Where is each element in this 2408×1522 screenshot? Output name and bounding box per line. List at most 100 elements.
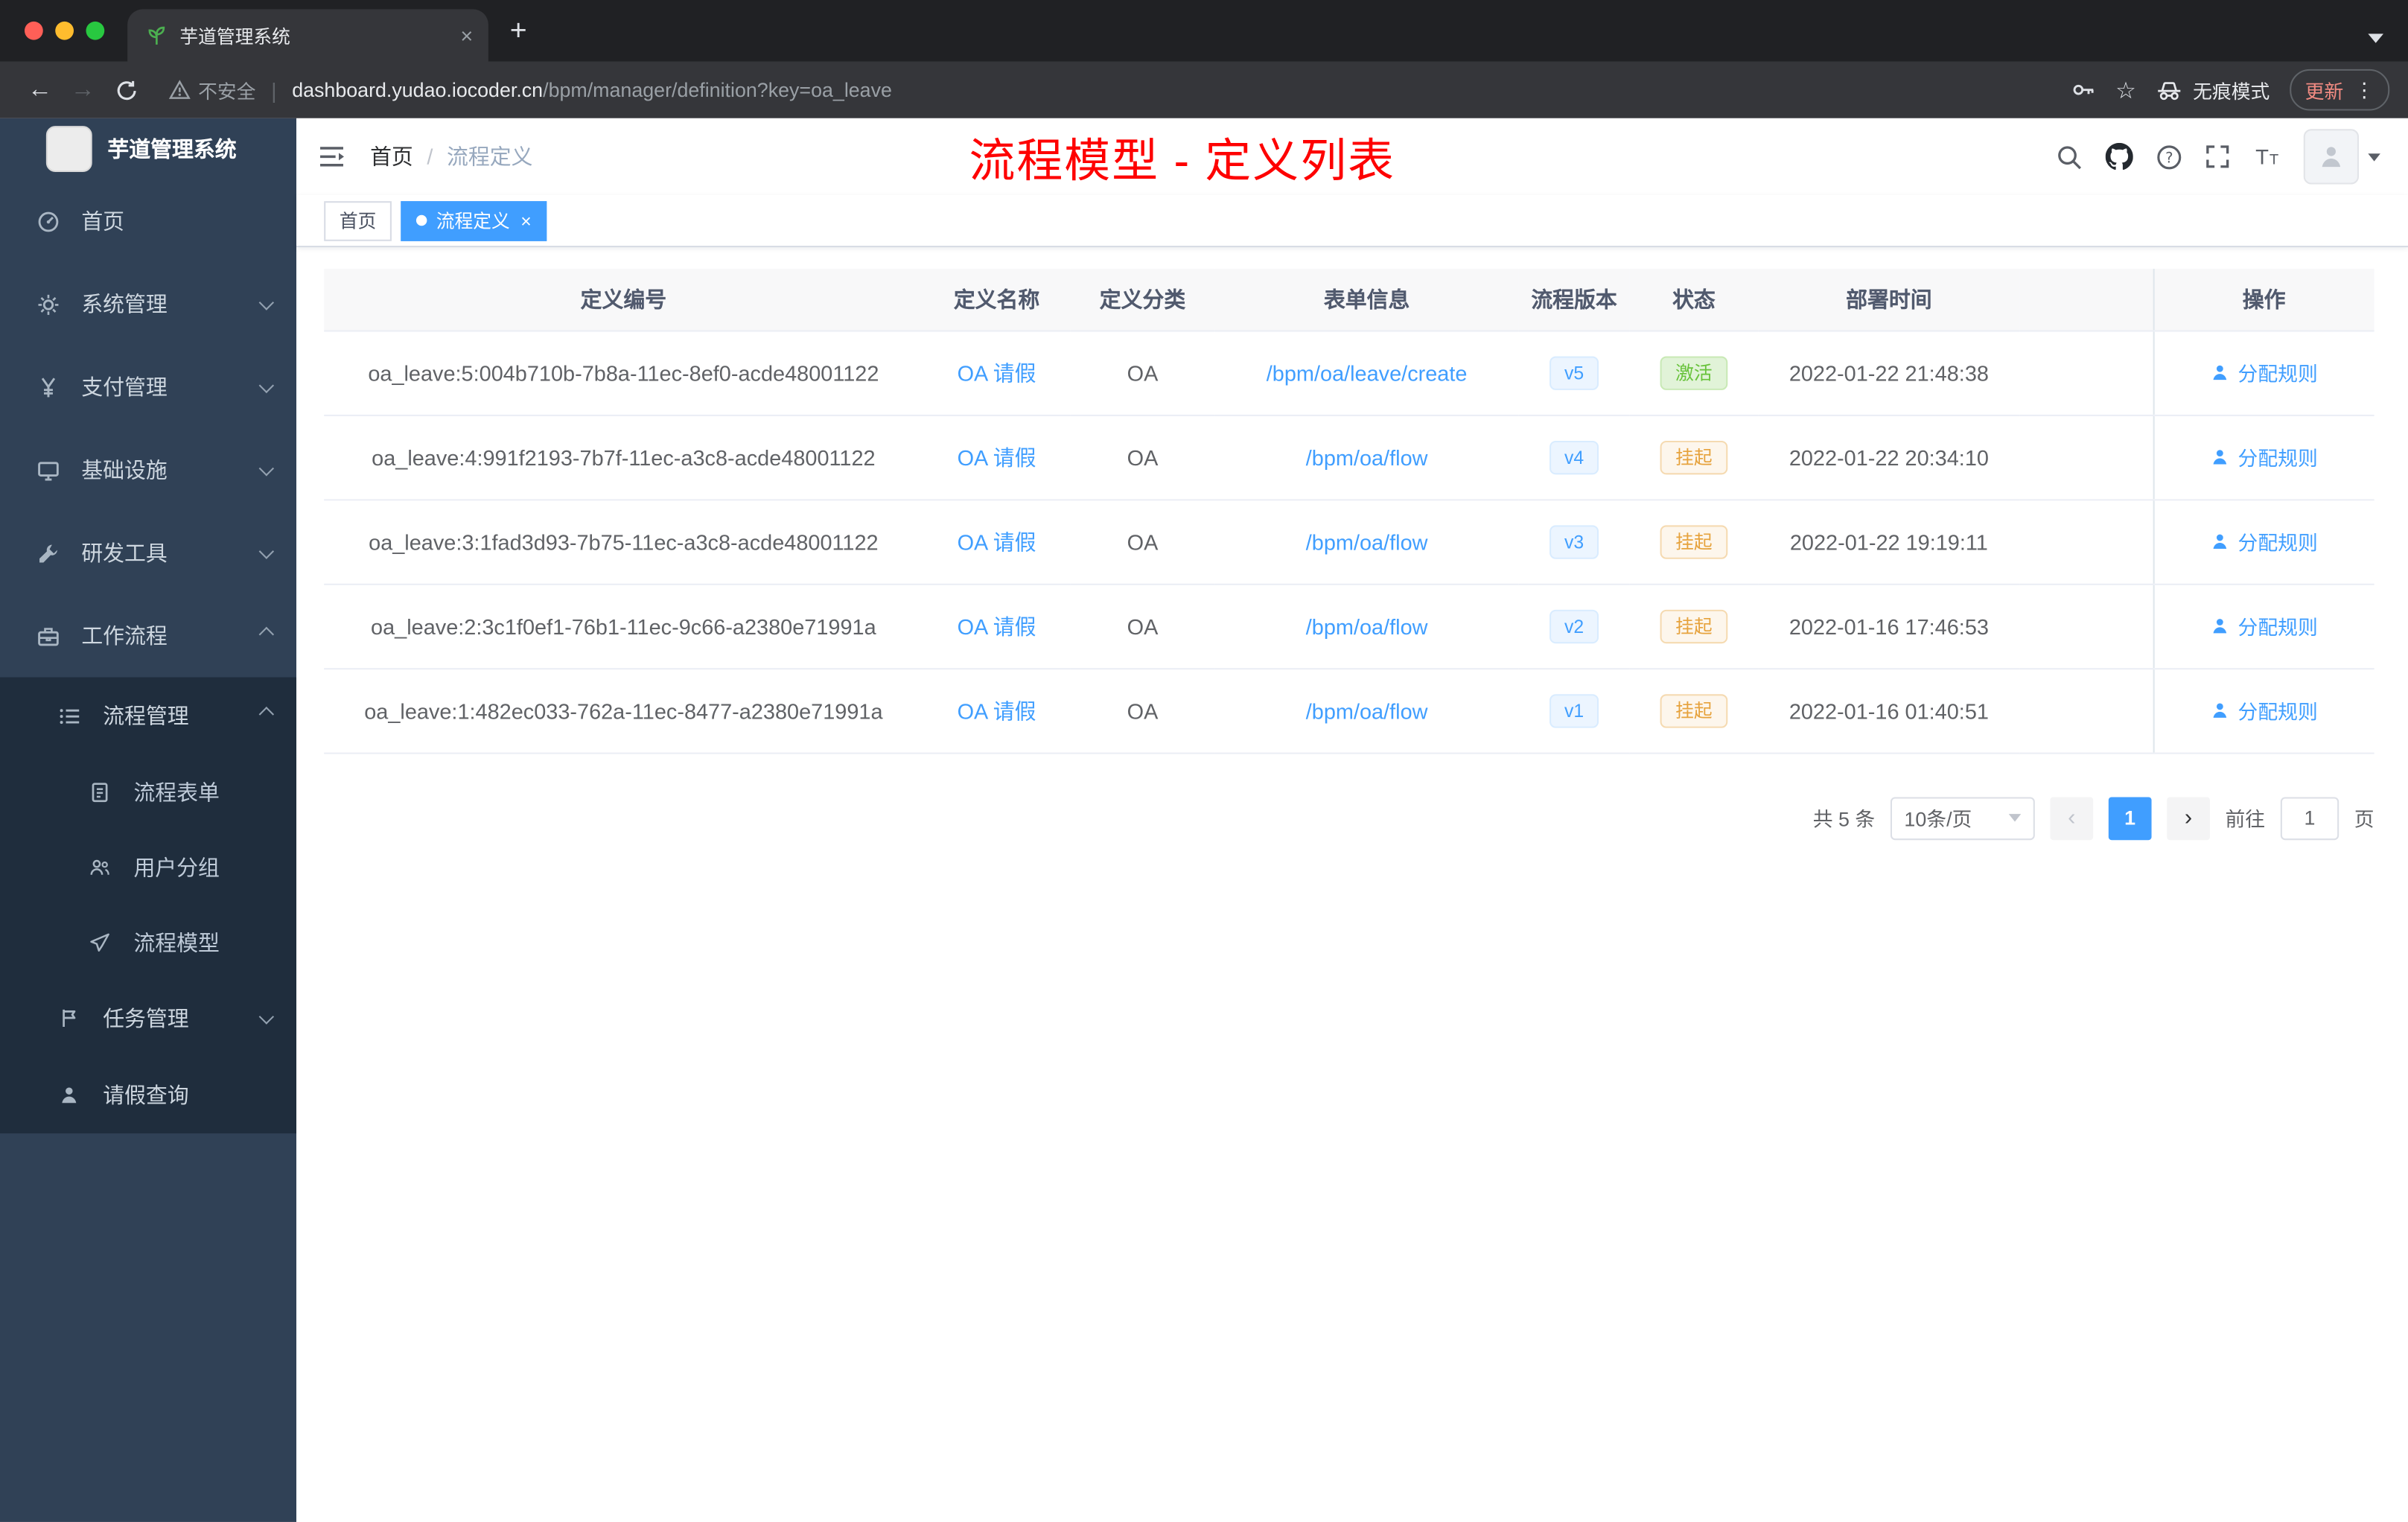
spacer-cell	[2019, 668, 2153, 754]
github-icon[interactable]	[2105, 142, 2133, 171]
user-avatar-menu[interactable]	[2303, 129, 2380, 185]
help-icon[interactable]: ?	[2156, 144, 2182, 170]
sidebar-item-workflow[interactable]: 工作流程	[0, 594, 296, 677]
tag-process-definition[interactable]: 流程定义 ×	[401, 200, 547, 241]
tab-close-icon[interactable]: ×	[460, 25, 473, 46]
fullscreen-icon[interactable]	[2205, 144, 2230, 169]
version-badge: v3	[1549, 524, 1599, 558]
update-label: 更新	[2305, 81, 2344, 104]
deploy-time: 2022-01-22 21:48:38	[1758, 330, 2020, 415]
assign-rule-button[interactable]: 分配规则	[2210, 358, 2318, 387]
incognito-label: 无痕模式	[2193, 81, 2270, 104]
form-info-link[interactable]: /bpm/oa/flow	[1306, 445, 1428, 469]
definition-id: oa_leave:1:482ec033-762a-11ec-8477-a2380…	[324, 668, 923, 754]
user-group-icon	[89, 856, 114, 878]
bookmark-star-icon[interactable]: ☆	[2115, 76, 2136, 104]
page-size-select[interactable]: 10条/页	[1890, 796, 2035, 840]
flag-icon	[58, 1007, 83, 1029]
current-page-button[interactable]: 1	[2108, 796, 2152, 840]
deploy-time: 2022-01-16 17:46:53	[1758, 583, 2020, 669]
table-row: oa_leave:3:1fad3d93-7b75-11ec-a3c8-acde4…	[324, 499, 2374, 585]
definition-id: oa_leave:5:004b710b-7b8a-11ec-8ef0-acde4…	[324, 330, 923, 415]
breadcrumb-home[interactable]: 首页	[370, 141, 413, 172]
col-definition-category: 定义分类	[1070, 268, 1215, 331]
definition-name-link[interactable]: OA 请假	[958, 614, 1036, 638]
browser-menu-icon[interactable]: ⋮	[2354, 77, 2374, 102]
definition-category: OA	[1070, 330, 1215, 415]
assign-rule-button[interactable]: 分配规则	[2210, 442, 2318, 471]
address-bar[interactable]: dashboard.yudao.iocoder.cn/bpm/manager/d…	[292, 78, 892, 101]
sidebar-item-task-management[interactable]: 任务管理	[0, 980, 296, 1057]
table-row: oa_leave:4:991f2193-7b7f-11ec-a3c8-acde4…	[324, 414, 2374, 500]
close-window-button[interactable]	[25, 21, 43, 40]
spacer-cell	[2019, 330, 2153, 415]
font-size-icon[interactable]: TT	[2253, 144, 2281, 169]
zoom-window-button[interactable]	[86, 21, 105, 40]
browser-update-button[interactable]: 更新 ⋮	[2290, 69, 2390, 111]
version-badge: v4	[1549, 439, 1599, 474]
paper-plane-icon	[89, 932, 114, 953]
table-header-row: 定义编号 定义名称 定义分类 表单信息 流程版本 状态 部署时间 操作	[324, 268, 2374, 331]
search-icon[interactable]	[2057, 144, 2083, 170]
definition-id: oa_leave:4:991f2193-7b7f-11ec-a3c8-acde4…	[324, 414, 923, 500]
definition-name-link[interactable]: OA 请假	[958, 445, 1036, 469]
status-badge: 激活	[1660, 355, 1728, 389]
sidebar-item-process-management[interactable]: 流程管理	[0, 678, 296, 754]
spacer-cell	[2019, 414, 2153, 500]
sidebar-item-infrastructure[interactable]: 基础设施	[0, 428, 296, 511]
definition-name-link[interactable]: OA 请假	[958, 698, 1036, 722]
reload-icon[interactable]	[104, 69, 147, 112]
assign-rule-button[interactable]: 分配规则	[2210, 695, 2318, 725]
minimize-window-button[interactable]	[55, 21, 74, 40]
svg-text:?: ?	[2165, 149, 2173, 166]
col-spacer	[2019, 268, 2153, 331]
sidebar-item-process-form[interactable]: 流程表单	[0, 754, 296, 830]
definition-name-link[interactable]: OA 请假	[958, 529, 1036, 554]
form-info-link[interactable]: /bpm/oa/flow	[1306, 614, 1428, 638]
gear-icon	[37, 293, 62, 316]
sidebar-item-user-group[interactable]: 用户分组	[0, 830, 296, 905]
table-row: oa_leave:5:004b710b-7b8a-11ec-8ef0-acde4…	[324, 330, 2374, 415]
top-navbar: 首页 / 流程定义 流程模型 - 定义列表 ? T T	[296, 118, 2408, 195]
key-icon[interactable]	[2071, 78, 2095, 101]
new-tab-button[interactable]: +	[510, 16, 527, 49]
sidebar-item-process-model[interactable]: 流程模型	[0, 905, 296, 980]
goto-label: 前往	[2225, 807, 2266, 831]
tags-view-bar: 首页 流程定义 ×	[296, 195, 2408, 248]
definition-name-link[interactable]: OA 请假	[958, 360, 1036, 385]
form-info-link[interactable]: /bpm/oa/flow	[1306, 529, 1428, 554]
sidebar-collapse-icon[interactable]	[318, 144, 345, 169]
tag-close-icon[interactable]: ×	[520, 211, 531, 230]
form-info-link[interactable]: /bpm/oa/leave/create	[1267, 360, 1468, 385]
deploy-time: 2022-01-22 20:34:10	[1758, 414, 2020, 500]
tag-home[interactable]: 首页	[324, 200, 392, 241]
col-deploy-time: 部署时间	[1758, 268, 2020, 331]
tab-search-chevron-icon[interactable]	[2368, 34, 2383, 43]
user-icon	[2214, 534, 2227, 549]
site-security-indicator[interactable]: 不安全	[168, 75, 255, 104]
sidebar-item-system[interactable]: 系统管理	[0, 263, 296, 346]
table-row: oa_leave:2:3c1f0ef1-76b1-11ec-9c66-a2380…	[324, 583, 2374, 669]
sidebar-item-dev-tools[interactable]: 研发工具	[0, 512, 296, 594]
sidebar-item-leave-query[interactable]: 请假查询	[0, 1057, 296, 1133]
incognito-icon	[2158, 82, 2181, 101]
browser-tab[interactable]: 芋道管理系统 ×	[127, 9, 488, 62]
chevron-down-icon	[258, 1008, 275, 1024]
spacer-cell	[2019, 499, 2153, 585]
sidebar-item-payment[interactable]: 支付管理	[0, 346, 296, 428]
next-page-button[interactable]: ›	[2167, 796, 2210, 840]
url-divider: |	[271, 77, 277, 103]
form-info-link[interactable]: /bpm/oa/flow	[1306, 698, 1428, 722]
page-goto-input[interactable]	[2280, 796, 2339, 840]
sidebar-logo[interactable]: 芋道管理系统	[0, 118, 296, 180]
assign-rule-button[interactable]: 分配规则	[2210, 611, 2318, 640]
prev-page-button[interactable]: ‹	[2050, 796, 2094, 840]
status-badge: 挂起	[1660, 439, 1728, 474]
user-icon	[2214, 619, 2227, 634]
forward-icon[interactable]: →	[62, 69, 105, 112]
version-badge: v5	[1549, 355, 1599, 389]
sidebar: 芋道管理系统 首页 系统管理 支付管理 基础设施 研发工具 工作流程 流程管理 …	[0, 118, 297, 1522]
back-icon[interactable]: ←	[19, 69, 62, 112]
sidebar-item-home[interactable]: 首页	[0, 179, 296, 262]
assign-rule-button[interactable]: 分配规则	[2210, 526, 2318, 555]
